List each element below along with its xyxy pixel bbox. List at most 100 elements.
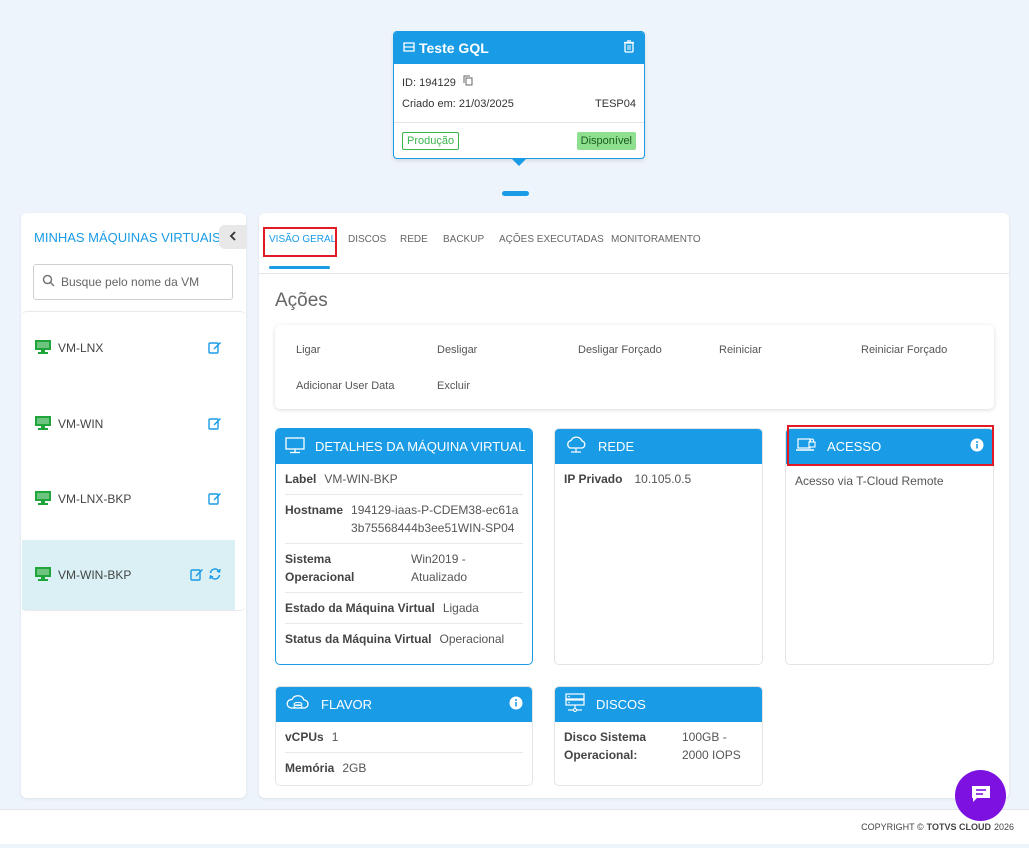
- action-ligar[interactable]: Ligar: [296, 344, 320, 356]
- copyright-year: 2026: [993, 822, 1014, 832]
- detail-value: 10.105.0.5: [634, 472, 692, 486]
- action-desligar-forcado[interactable]: Desligar Forçado: [578, 344, 662, 356]
- info-icon[interactable]: [509, 696, 523, 713]
- action-desligar[interactable]: Desligar: [437, 344, 477, 356]
- server-stack-icon: [564, 693, 586, 716]
- detail-value: Operacional: [439, 632, 505, 646]
- vm-summary-header: Teste GQL: [394, 32, 644, 64]
- disks-title: DISCOS: [596, 697, 646, 712]
- detail-key: IP Privado: [564, 472, 623, 486]
- vm-details-card: DETALHES DA MÁQUINA VIRTUAL Label VM-WIN-…: [275, 428, 533, 665]
- list-item-selected[interactable]: VM-WIN-BKP: [22, 540, 235, 610]
- detail-key: Sistema Operacional: [285, 552, 355, 584]
- active-tab-indicator: [269, 266, 330, 269]
- brand-name: TOTVS CLOUD: [926, 822, 991, 832]
- monitor-icon: [285, 436, 305, 457]
- copy-icon[interactable]: [463, 75, 473, 89]
- access-text: Acesso via T-Cloud Remote: [795, 474, 944, 488]
- monitor-icon: [34, 566, 52, 585]
- flavor-row-vcpus: vCPUs 1: [285, 722, 523, 753]
- detail-row-os: Sistema Operacional Win2019 - Atualizado: [285, 544, 523, 593]
- cloud-layers-icon: [285, 693, 311, 716]
- tab-monitoramento[interactable]: MONITORAMENTO: [611, 234, 701, 245]
- list-item[interactable]: VM-WIN: [22, 389, 235, 459]
- action-adicionar-user-data[interactable]: Adicionar User Data: [296, 380, 394, 392]
- disks-header: DISCOS: [555, 687, 762, 722]
- chevron-left-icon: [229, 230, 237, 244]
- copyright-text: COPYRIGHT ©: [861, 822, 924, 832]
- vm-search-input[interactable]: [61, 275, 221, 289]
- flavor-card: FLAVOR vCPUs 1 Memória 2GB: [275, 686, 533, 786]
- list-item[interactable]: VM-LNX: [22, 313, 235, 383]
- vm-details-header: DETALHES DA MÁQUINA VIRTUAL: [276, 429, 532, 464]
- detail-value: 194129-iaas-P-CDEM38-ec61a3b75568444b3ee…: [351, 503, 519, 535]
- flavor-header: FLAVOR: [276, 687, 532, 722]
- actions-box: Ligar Desligar Desligar Forçado Reinicia…: [275, 325, 994, 409]
- tab-backup[interactable]: BACKUP: [443, 234, 484, 245]
- detail-key: Label: [285, 472, 317, 486]
- sidebar-title: MINHAS MÁQUINAS VIRTUAIS: [34, 230, 221, 245]
- edit-icon[interactable]: [208, 416, 222, 433]
- detail-key: Disco Sistema Operacional:: [564, 730, 647, 762]
- chat-button[interactable]: [955, 770, 1006, 821]
- tab-acoes-executadas[interactable]: AÇÕES EXECUTADAS: [499, 234, 604, 245]
- detail-key: vCPUs: [285, 730, 324, 744]
- vm-id: ID: 194129: [402, 77, 456, 89]
- tab-rede[interactable]: REDE: [400, 234, 428, 245]
- vm-details-title: DETALHES DA MÁQUINA VIRTUAL: [315, 439, 526, 454]
- detail-key: Status da Máquina Virtual: [285, 632, 432, 646]
- tab-highlight-box: [263, 227, 337, 257]
- tab-discos[interactable]: DISCOS: [348, 234, 386, 245]
- detail-value: 100GB - 2000 IOPS: [682, 730, 741, 762]
- disks-row-os: Disco Sistema Operacional: 100GB - 2000 I…: [564, 722, 753, 770]
- network-card: REDE IP Privado 10.105.0.5: [554, 428, 763, 665]
- chat-icon: [970, 784, 992, 807]
- list-item[interactable]: VM-LNX-BKP: [22, 464, 235, 534]
- monitor-icon: [34, 415, 52, 434]
- detail-row-hostname: Hostname 194129-iaas-P-CDEM38-ec61a3b7556…: [285, 495, 523, 544]
- vm-name: VM-WIN-BKP: [58, 568, 132, 582]
- vm-summary-title: Teste GQL: [419, 40, 489, 56]
- detail-value: Win2019 - Atualizado: [411, 552, 468, 584]
- actions-title: Ações: [275, 290, 328, 311]
- edit-icon[interactable]: [190, 567, 204, 584]
- detail-key: Estado da Máquina Virtual: [285, 601, 435, 615]
- disks-card: DISCOS Disco Sistema Operacional: 100GB -…: [554, 686, 763, 786]
- vm-name: VM-LNX: [58, 341, 104, 355]
- vm-sidebar: MINHAS MÁQUINAS VIRTUAIS VM-LNX VM-WIN: [21, 213, 247, 798]
- action-reiniciar-forcado[interactable]: Reiniciar Forçado: [861, 344, 947, 356]
- vm-name: VM-LNX-BKP: [58, 492, 132, 506]
- trash-icon[interactable]: [623, 40, 635, 56]
- detail-row-state: Estado da Máquina Virtual Ligada: [285, 593, 523, 624]
- detail-row-label: Label VM-WIN-BKP: [285, 464, 523, 495]
- network-title: REDE: [598, 439, 635, 454]
- detail-value: 2GB: [342, 761, 367, 775]
- server-icon: [403, 41, 415, 56]
- detail-value: Ligada: [442, 601, 479, 615]
- vm-name: VM-WIN: [58, 417, 104, 431]
- search-icon: [42, 274, 55, 290]
- vm-list: VM-LNX VM-WIN VM-LNX-BKP VM-WIN-BKP: [21, 311, 246, 611]
- refresh-icon[interactable]: [208, 567, 222, 584]
- monitor-icon: [34, 339, 52, 358]
- edit-icon[interactable]: [208, 340, 222, 357]
- carousel-indicator[interactable]: [502, 191, 529, 196]
- cloud-network-icon: [564, 436, 588, 457]
- flavor-row-memory: Memória 2GB: [285, 753, 523, 783]
- detail-value: VM-WIN-BKP: [324, 472, 398, 486]
- collapse-sidebar-button[interactable]: [219, 225, 247, 249]
- page-footer: COPYRIGHT © TOTVS CLOUD 2026: [0, 809, 1029, 844]
- action-excluir[interactable]: Excluir: [437, 380, 470, 392]
- vm-created-date: Criado em: 21/03/2025: [402, 98, 514, 110]
- detail-row-status: Status da Máquina Virtual Operacional: [285, 624, 523, 654]
- vm-search-box: [33, 264, 233, 300]
- status-badge: Disponível: [576, 132, 636, 150]
- monitor-icon: [34, 490, 52, 509]
- flavor-title: FLAVOR: [321, 697, 373, 712]
- detail-value: 1: [331, 730, 339, 744]
- edit-icon[interactable]: [208, 491, 222, 508]
- action-reiniciar[interactable]: Reiniciar: [719, 344, 762, 356]
- vm-summary-card[interactable]: Teste GQL ID: 194129 Criado em: 21/03/20…: [393, 31, 645, 159]
- network-header: REDE: [555, 429, 762, 464]
- environment-badge: Produção: [402, 132, 460, 150]
